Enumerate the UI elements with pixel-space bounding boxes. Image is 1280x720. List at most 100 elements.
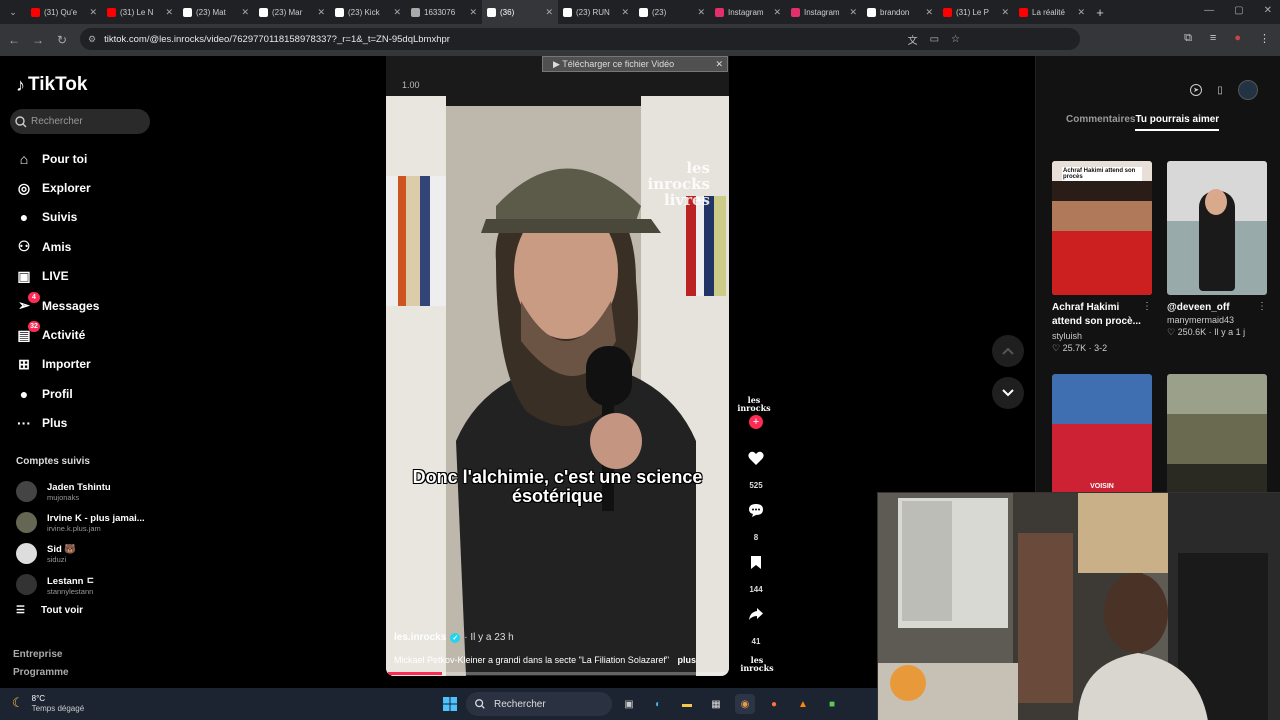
firefox-icon[interactable]: ●	[764, 694, 784, 714]
close-tab-icon[interactable]: ✕	[545, 7, 553, 18]
footer-link-company[interactable]: Entreprise	[13, 649, 62, 660]
translate-icon[interactable]: 文	[908, 32, 918, 47]
media-icon[interactable]: ≡	[1210, 32, 1216, 45]
more-options-icon[interactable]: ⋮	[1257, 301, 1267, 312]
more-link[interactable]: plus	[678, 655, 697, 665]
heart-icon[interactable]	[741, 443, 771, 473]
tab-comments[interactable]: Commentaires	[1066, 114, 1135, 131]
nav-item-more[interactable]: ··· Plus	[14, 409, 164, 438]
close-tab-icon[interactable]: ✕	[89, 7, 97, 18]
browser-tab[interactable]: (23) ✕	[634, 0, 710, 24]
previous-video-button[interactable]	[992, 335, 1024, 367]
close-window-icon[interactable]: ✕	[1264, 5, 1272, 16]
profile-avatar-icon[interactable]: ●	[1234, 32, 1241, 45]
compass-small-icon[interactable]: ➤	[1190, 84, 1202, 96]
address-bar[interactable]: ⚙ tiktok.com/@les.inrocks/video/76297701…	[80, 28, 1080, 50]
save-action[interactable]: 144	[736, 547, 776, 597]
like-action[interactable]: 525	[736, 443, 776, 493]
search-input[interactable]: Rechercher	[10, 109, 150, 134]
video-author[interactable]: les.inrocks ✓ · Il y a 23 h	[394, 632, 514, 643]
cast-icon[interactable]: ▭	[930, 34, 939, 45]
close-tab-icon[interactable]: ✕	[621, 7, 629, 18]
bookmark-icon[interactable]	[741, 547, 771, 577]
footer-link-program[interactable]: Programme	[13, 667, 69, 678]
extensions-icon[interactable]: ⧉	[1184, 32, 1192, 45]
nav-item-profile[interactable]: ● Profil	[14, 379, 164, 408]
device-icon[interactable]: ▯	[1212, 82, 1228, 98]
weather-widget[interactable]: ☾ 8°C Temps dégagé	[12, 693, 84, 713]
nav-item-upload[interactable]: ⊞ Importer	[14, 350, 164, 379]
taskbar-search[interactable]: Rechercher	[466, 692, 612, 716]
followed-account[interactable]: Jaden Tshintu mujonaks	[16, 476, 166, 507]
close-tab-icon[interactable]: ✕	[241, 7, 249, 18]
close-tab-icon[interactable]: ✕	[317, 7, 325, 18]
nav-item-activity[interactable]: ▤ 32 Activité	[14, 320, 164, 349]
see-all-link[interactable]: ☰ Tout voir	[16, 605, 83, 616]
edge-icon[interactable]: ◐	[648, 694, 668, 714]
followed-account[interactable]: Lestann ㄷ stannylestann	[16, 569, 166, 600]
browser-tab[interactable]: La réalité ✕	[1014, 0, 1090, 24]
forward-icon[interactable]: →	[26, 28, 50, 52]
next-video-button[interactable]	[992, 377, 1024, 409]
user-avatar[interactable]	[1238, 80, 1258, 100]
comment-icon[interactable]	[741, 495, 771, 525]
comment-action[interactable]: 8	[736, 495, 776, 545]
download-video-bar[interactable]: ▶ Télécharger ce fichier Vidéo ✕	[542, 56, 728, 72]
browser-tab[interactable]: (23) RUN ✕	[558, 0, 634, 24]
close-tab-icon[interactable]: ✕	[1001, 7, 1009, 18]
file-explorer-icon[interactable]: ▬	[677, 694, 697, 714]
suggested-video-card[interactable]: @deveen_off manymermaid43 ♡ 250.6K · Il …	[1167, 161, 1267, 338]
browser-tab[interactable]: (31) Qu'e ✕	[26, 0, 102, 24]
share-action[interactable]: 41	[736, 599, 776, 649]
maximize-icon[interactable]: ▢	[1234, 5, 1243, 16]
browser-tab[interactable]: (23) Mar ✕	[254, 0, 330, 24]
browser-tab[interactable]: (31) Le P ✕	[938, 0, 1014, 24]
close-tab-icon[interactable]: ✕	[393, 7, 401, 18]
browser-menu-icon[interactable]: ⋮	[1259, 32, 1270, 45]
nav-item-friends[interactable]: ⚇ Amis	[14, 232, 164, 261]
chrome-icon[interactable]: ◉	[735, 694, 755, 714]
more-options-icon[interactable]: ⋮	[1142, 301, 1152, 312]
task-view-icon[interactable]: ▣	[619, 694, 639, 714]
browser-tab[interactable]: 1633076 ✕	[406, 0, 482, 24]
close-tab-icon[interactable]: ✕	[849, 7, 857, 18]
suggested-video-card[interactable]	[1167, 374, 1267, 496]
site-info-icon[interactable]: ⚙	[88, 34, 96, 45]
browser-tab[interactable]: brandon ✕	[862, 0, 938, 24]
sound-disc[interactable]: les inrocks	[739, 656, 775, 672]
suggested-video-card[interactable]: VOISIN	[1052, 374, 1152, 496]
close-tab-icon[interactable]: ✕	[1077, 7, 1085, 18]
followed-account[interactable]: Irvine K - plus jamai... irvine.k.plus.ja…	[16, 507, 166, 538]
browser-tab[interactable]: (31) Le N ✕	[102, 0, 178, 24]
close-tab-icon[interactable]: ✕	[165, 7, 173, 18]
video-player[interactable]	[386, 56, 729, 676]
followed-account[interactable]: Sid 🐻 siduzi	[16, 538, 166, 569]
vlc-icon[interactable]: ▲	[793, 694, 813, 714]
suggested-video-card[interactable]: Achraf Hakimi attend son procès Achraf H…	[1052, 161, 1152, 354]
tab-search-chevron-icon[interactable]: ⌄	[0, 0, 26, 24]
tab-you-may-like[interactable]: Tu pourrais aimer	[1135, 114, 1220, 131]
reload-icon[interactable]: ↻	[50, 28, 74, 52]
creator-avatar[interactable]: les inrocks	[736, 396, 772, 412]
nav-item-home[interactable]: ⌂ Pour toi	[14, 144, 164, 173]
close-tab-icon[interactable]: ✕	[773, 7, 781, 18]
browser-tab[interactable]: (36) ✕	[482, 0, 558, 24]
windows-start-icon[interactable]	[440, 694, 460, 714]
nav-item-following[interactable]: ● Suivis	[14, 203, 164, 232]
minimize-icon[interactable]: —	[1204, 5, 1214, 16]
nav-item-compass[interactable]: ◎ Explorer	[14, 173, 164, 202]
nav-item-messages[interactable]: ➢ 4 Messages	[14, 291, 164, 320]
browser-tab[interactable]: (23) Mat ✕	[178, 0, 254, 24]
nav-item-live[interactable]: ▣ LIVE	[14, 262, 164, 291]
app-icon[interactable]: ■	[822, 694, 842, 714]
back-icon[interactable]: ←	[2, 28, 26, 52]
new-tab-button[interactable]: +	[1090, 5, 1110, 20]
tiktok-logo[interactable]: ♪ TikTok	[16, 74, 87, 96]
browser-tab[interactable]: Instagram ✕	[710, 0, 786, 24]
close-tab-icon[interactable]: ✕	[697, 7, 705, 18]
close-download-icon[interactable]: ✕	[715, 59, 723, 70]
progress-track[interactable]	[388, 672, 728, 675]
share-icon[interactable]	[741, 599, 771, 629]
browser-tab[interactable]: Instagram ✕	[786, 0, 862, 24]
close-tab-icon[interactable]: ✕	[469, 7, 477, 18]
